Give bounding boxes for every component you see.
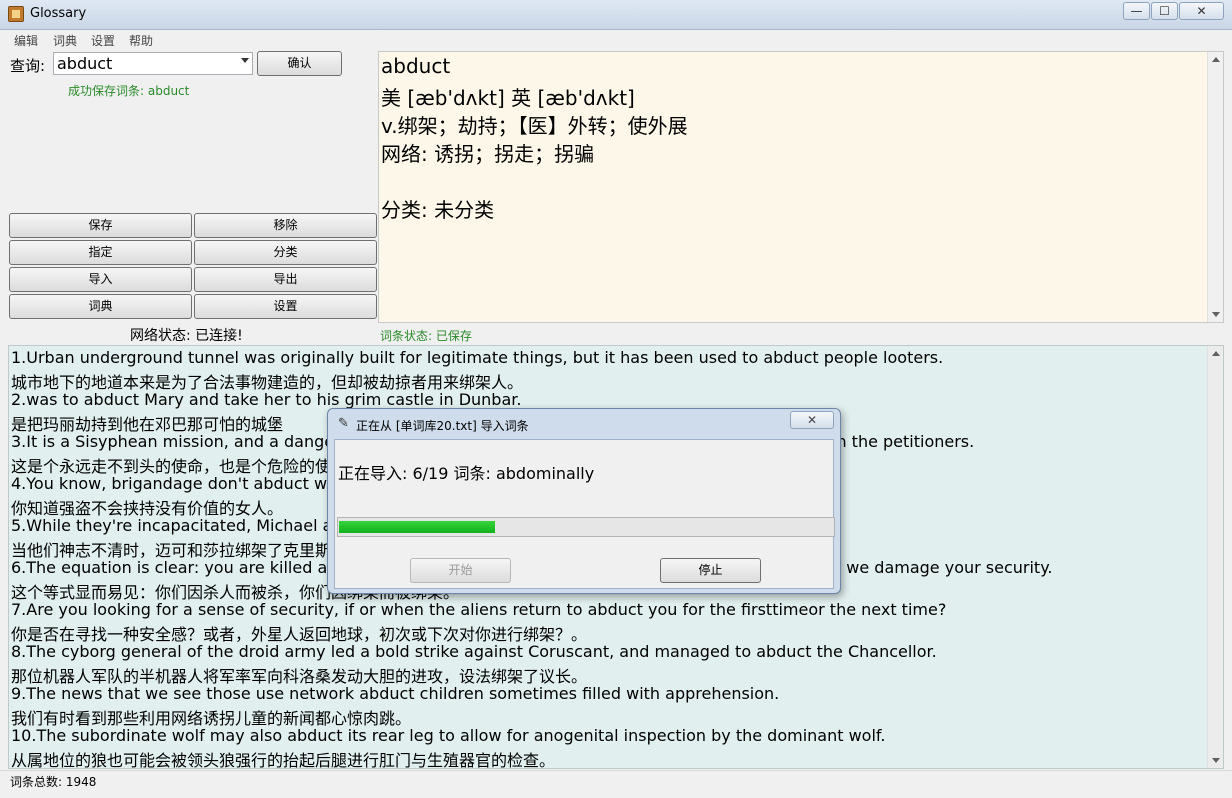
query-label: 查询:	[10, 57, 46, 75]
window-title: Glossary	[30, 6, 87, 21]
remove-button[interactable]: 移除	[194, 213, 377, 238]
import-progress-bar	[337, 517, 835, 537]
definition-meaning: v.绑架；劫持；【医】外转；使外展	[381, 114, 688, 138]
menu-help[interactable]: 帮助	[129, 32, 153, 49]
definition-web: 网络: 诱拐；拐走；拐骗	[381, 142, 595, 166]
progress-fill	[339, 521, 495, 533]
total-count: 词条总数: 1948	[10, 775, 97, 789]
example-translation: 从属地位的狼也可能会被领头狼强行的抬起后腿进行肛门与生殖器官的检查。	[11, 751, 556, 769]
confirm-button[interactable]: 确认	[257, 51, 342, 76]
definition-phonetic: 美 [æb'dʌkt] 英 [æb'dʌkt]	[381, 86, 635, 110]
feather-icon: ✎	[338, 416, 349, 431]
close-button[interactable]: ✕	[1179, 2, 1224, 20]
maximize-button[interactable]: ☐	[1151, 2, 1178, 20]
import-dialog: ✎ 正在从 [单词库20.txt] 导入词条 ✕ 正在导入: 6/19 词条: …	[327, 408, 841, 594]
settings-button[interactable]: 设置	[194, 294, 377, 319]
scroll-up-icon[interactable]	[1212, 351, 1220, 356]
example-sentence: 8.The cyborg general of the droid army l…	[11, 642, 937, 661]
import-button[interactable]: 导入	[9, 267, 192, 292]
scroll-down-icon[interactable]	[1212, 312, 1220, 317]
save-button[interactable]: 保存	[9, 213, 192, 238]
example-sentence: 2.was to abduct Mary and take her to his…	[11, 390, 522, 409]
definition-panel[interactable]: abduct 美 [æb'dʌkt] 英 [æb'dʌkt] v.绑架；劫持；【…	[378, 51, 1224, 323]
query-value[interactable]: abduct	[57, 54, 112, 73]
app-icon	[8, 6, 24, 22]
scroll-down-icon[interactable]	[1212, 758, 1220, 763]
dialog-body: 正在导入: 6/19 词条: abdominally 开始 停止	[334, 439, 835, 589]
query-combobox[interactable]: abduct	[53, 52, 253, 75]
examples-scrollbar[interactable]	[1207, 346, 1223, 768]
scroll-up-icon[interactable]	[1212, 57, 1220, 62]
example-sentence: 1.Urban underground tunnel was originall…	[11, 348, 944, 367]
chevron-down-icon[interactable]	[241, 58, 249, 63]
status-bar: 词条总数: 1948	[0, 770, 1232, 790]
example-sentence: 9.The news that we see those use network…	[11, 684, 780, 703]
definition-word: abduct	[381, 54, 451, 78]
categorize-button[interactable]: 分类	[194, 240, 377, 265]
stop-button[interactable]: 停止	[660, 558, 761, 583]
menu-edit[interactable]: 编辑	[14, 32, 38, 49]
dialog-close-button[interactable]: ✕	[790, 411, 834, 429]
example-sentence: 10.The subordinate wolf may also abduct …	[11, 726, 886, 745]
dialog-title: 正在从 [单词库20.txt] 导入词条	[356, 419, 529, 433]
entry-status: 词条状态: 已保存	[380, 329, 472, 343]
assign-button[interactable]: 指定	[9, 240, 192, 265]
import-message: 正在导入: 6/19 词条: abdominally	[338, 464, 595, 483]
title-bar: Glossary — ☐ ✕	[0, 0, 1232, 30]
definition-category: 分类: 未分类	[381, 198, 495, 222]
start-button[interactable]: 开始	[410, 558, 511, 583]
menu-dictionary[interactable]: 词典	[53, 32, 77, 49]
menu-bar: 编辑 词典 设置 帮助	[0, 30, 1232, 50]
network-status: 网络状态: 已连接!	[130, 328, 243, 344]
export-button[interactable]: 导出	[194, 267, 377, 292]
save-message: 成功保存词条: abduct	[68, 84, 190, 98]
minimize-button[interactable]: —	[1123, 2, 1150, 20]
example-sentence: 7.Are you looking for a sense of securit…	[11, 600, 947, 619]
menu-settings[interactable]: 设置	[91, 32, 115, 49]
definition-scrollbar[interactable]	[1207, 52, 1223, 322]
dictionary-button[interactable]: 词典	[9, 294, 192, 319]
